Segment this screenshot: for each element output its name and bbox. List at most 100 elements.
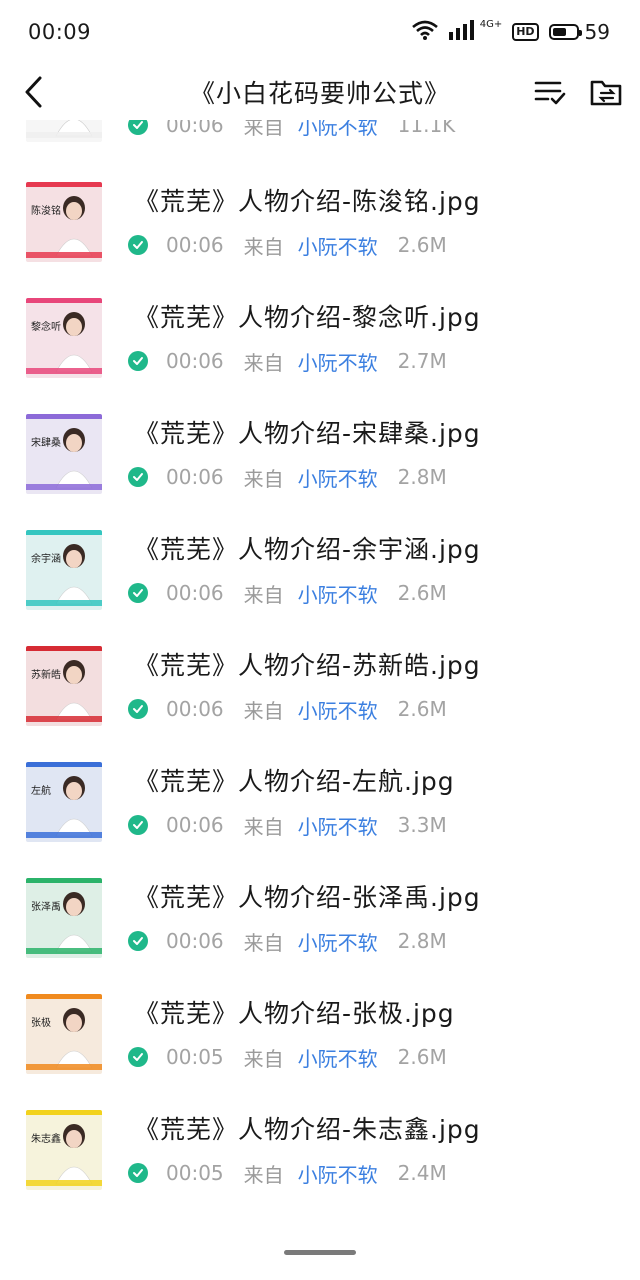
file-item[interactable]: 左航 《荒芜》人物介绍-左航.jpg 00:06 来自 小阮不软 3.3M: [0, 762, 640, 878]
file-time: 00:05: [166, 1045, 224, 1069]
file-item[interactable]: 余宇涵 《荒芜》人物介绍-余宇涵.jpg 00:06 来自 小阮不软 2.6M: [0, 530, 640, 646]
check-circle-icon: [128, 1047, 148, 1067]
thumbnail-label: 张极: [31, 1018, 51, 1029]
thumbnail-label: 苏新皓: [31, 670, 61, 681]
sender-name[interactable]: 小阮不软: [298, 927, 378, 956]
file-name[interactable]: 《荒芜》人物介绍-张泽禹.jpg: [134, 878, 481, 914]
file-time: 00:06: [166, 813, 224, 837]
thumbnail-label: 张泽禹: [31, 902, 61, 913]
file-thumbnail[interactable]: 余宇涵: [26, 530, 102, 610]
file-time: 00:06: [166, 929, 224, 953]
file-size: 2.6M: [397, 581, 447, 605]
file-thumbnail[interactable]: 陈浚铭: [26, 182, 102, 262]
thumbnail-label: 陈浚铭: [31, 206, 61, 217]
file-item[interactable]: 00:06 来自 小阮不软 11.1K: [0, 120, 640, 178]
file-meta: 00:06 来自 小阮不软 2.6M: [128, 231, 447, 260]
status-bar: 00:09 4G+ HD 59: [0, 0, 640, 64]
from-label: 来自: [243, 1046, 284, 1071]
sender-name[interactable]: 小阮不软: [298, 1043, 378, 1072]
battery-percent: 59: [584, 20, 610, 44]
from-label: 来自: [243, 698, 284, 723]
check-circle-icon: [128, 351, 148, 371]
sender-name[interactable]: 小阮不软: [298, 463, 378, 492]
file-item[interactable]: 朱志鑫 《荒芜》人物介绍-朱志鑫.jpg 00:05 来自 小阮不软 2.4M: [0, 1110, 640, 1226]
file-name[interactable]: 《荒芜》人物介绍-余宇涵.jpg: [134, 530, 481, 566]
check-circle-icon: [128, 467, 148, 487]
sender-name[interactable]: 小阮不软: [298, 811, 378, 840]
file-meta: 00:06 来自 小阮不软 2.6M: [128, 579, 447, 608]
check-circle-icon: [128, 931, 148, 951]
thumbnail-label: 左航: [31, 786, 51, 797]
check-circle-icon: [128, 815, 148, 835]
sender-name[interactable]: 小阮不软: [298, 579, 378, 608]
file-thumbnail[interactable]: 张泽禹: [26, 878, 102, 958]
file-size: 2.7M: [397, 349, 447, 373]
file-item[interactable]: 宋肆桑 《荒芜》人物介绍-宋肆桑.jpg 00:06 来自 小阮不软 2.8M: [0, 414, 640, 530]
from-label: 来自: [243, 466, 284, 491]
from-label: 来自: [243, 234, 284, 259]
file-time: 00:06: [166, 233, 224, 257]
file-list: 00:06 来自 小阮不软 11.1K 陈浚铭 《荒芜》人物介绍-陈浚铭.jpg 00:06…: [0, 120, 640, 1230]
file-name[interactable]: 《荒芜》人物介绍-宋肆桑.jpg: [134, 414, 481, 450]
sender-name[interactable]: 小阮不软: [298, 120, 378, 140]
file-item[interactable]: 陈浚铭 《荒芜》人物介绍-陈浚铭.jpg 00:06 来自 小阮不软 2.6M: [0, 182, 640, 298]
file-thumbnail[interactable]: 宋肆桑: [26, 414, 102, 494]
folder-transfer-icon: [590, 80, 622, 106]
file-name[interactable]: 《荒芜》人物介绍-朱志鑫.jpg: [134, 1110, 481, 1146]
file-name[interactable]: 《荒芜》人物介绍-陈浚铭.jpg: [134, 182, 481, 218]
file-size: 2.8M: [397, 465, 447, 489]
system-icons: 4G+ HD 59: [411, 18, 610, 44]
thumbnail-label: 黎念听: [31, 322, 61, 333]
file-size: 2.4M: [397, 1161, 447, 1185]
file-size: 2.6M: [397, 697, 447, 721]
file-meta: 00:06 来自 小阮不软 11.1K: [128, 120, 455, 140]
file-size: 2.6M: [397, 1045, 447, 1069]
file-size: 2.6M: [397, 233, 447, 257]
file-name[interactable]: 《荒芜》人物介绍-左航.jpg: [134, 762, 455, 798]
home-indicator[interactable]: [284, 1250, 356, 1255]
from-label: 来自: [243, 350, 284, 375]
header: 《小白花码要帅公式》: [0, 64, 640, 120]
check-circle-icon: [128, 120, 148, 135]
from-label: 来自: [243, 582, 284, 607]
thumbnail-label: 宋肆桑: [31, 438, 61, 449]
file-name[interactable]: 《荒芜》人物介绍-苏新皓.jpg: [134, 646, 481, 682]
file-item[interactable]: 张泽禹 《荒芜》人物介绍-张泽禹.jpg 00:06 来自 小阮不软 2.8M: [0, 878, 640, 994]
file-time: 00:06: [166, 581, 224, 605]
file-meta: 00:06 来自 小阮不软 2.6M: [128, 695, 447, 724]
file-item[interactable]: 苏新皓 《荒芜》人物介绍-苏新皓.jpg 00:06 来自 小阮不软 2.6M: [0, 646, 640, 762]
file-item[interactable]: 黎念听 《荒芜》人物介绍-黎念听.jpg 00:06 来自 小阮不软 2.7M: [0, 298, 640, 414]
file-thumbnail[interactable]: [26, 120, 102, 142]
from-label: 来自: [243, 120, 284, 139]
file-time: 00:05: [166, 1161, 224, 1185]
sender-name[interactable]: 小阮不软: [298, 695, 378, 724]
file-meta: 00:05 来自 小阮不软 2.4M: [128, 1159, 447, 1188]
check-circle-icon: [128, 235, 148, 255]
sender-name[interactable]: 小阮不软: [298, 347, 378, 376]
file-thumbnail[interactable]: 黎念听: [26, 298, 102, 378]
file-time: 00:06: [166, 120, 224, 137]
file-size: 2.8M: [397, 929, 447, 953]
file-name[interactable]: 《荒芜》人物介绍-张极.jpg: [134, 994, 455, 1030]
thumbnail-label: 朱志鑫: [31, 1134, 61, 1145]
file-meta: 00:05 来自 小阮不软 2.6M: [128, 1043, 447, 1072]
status-time: 00:09: [28, 20, 92, 44]
folder-button[interactable]: [588, 74, 624, 110]
file-item[interactable]: 张极 《荒芜》人物介绍-张极.jpg 00:05 来自 小阮不软 2.6M: [0, 994, 640, 1110]
hd-badge: HD: [512, 23, 539, 41]
sort-button[interactable]: [532, 74, 568, 110]
network-type: 4G+: [479, 18, 503, 30]
file-thumbnail[interactable]: 苏新皓: [26, 646, 102, 726]
from-label: 来自: [243, 814, 284, 839]
file-time: 00:06: [166, 697, 224, 721]
file-name[interactable]: 《荒芜》人物介绍-黎念听.jpg: [134, 298, 481, 334]
file-thumbnail[interactable]: 张极: [26, 994, 102, 1074]
check-circle-icon: [128, 1163, 148, 1183]
sort-list-icon: [534, 81, 566, 105]
sender-name[interactable]: 小阮不软: [298, 231, 378, 260]
signal-icon: [448, 20, 474, 44]
file-thumbnail[interactable]: 左航: [26, 762, 102, 842]
sender-name[interactable]: 小阮不软: [298, 1159, 378, 1188]
file-thumbnail[interactable]: 朱志鑫: [26, 1110, 102, 1190]
file-time: 00:06: [166, 349, 224, 373]
